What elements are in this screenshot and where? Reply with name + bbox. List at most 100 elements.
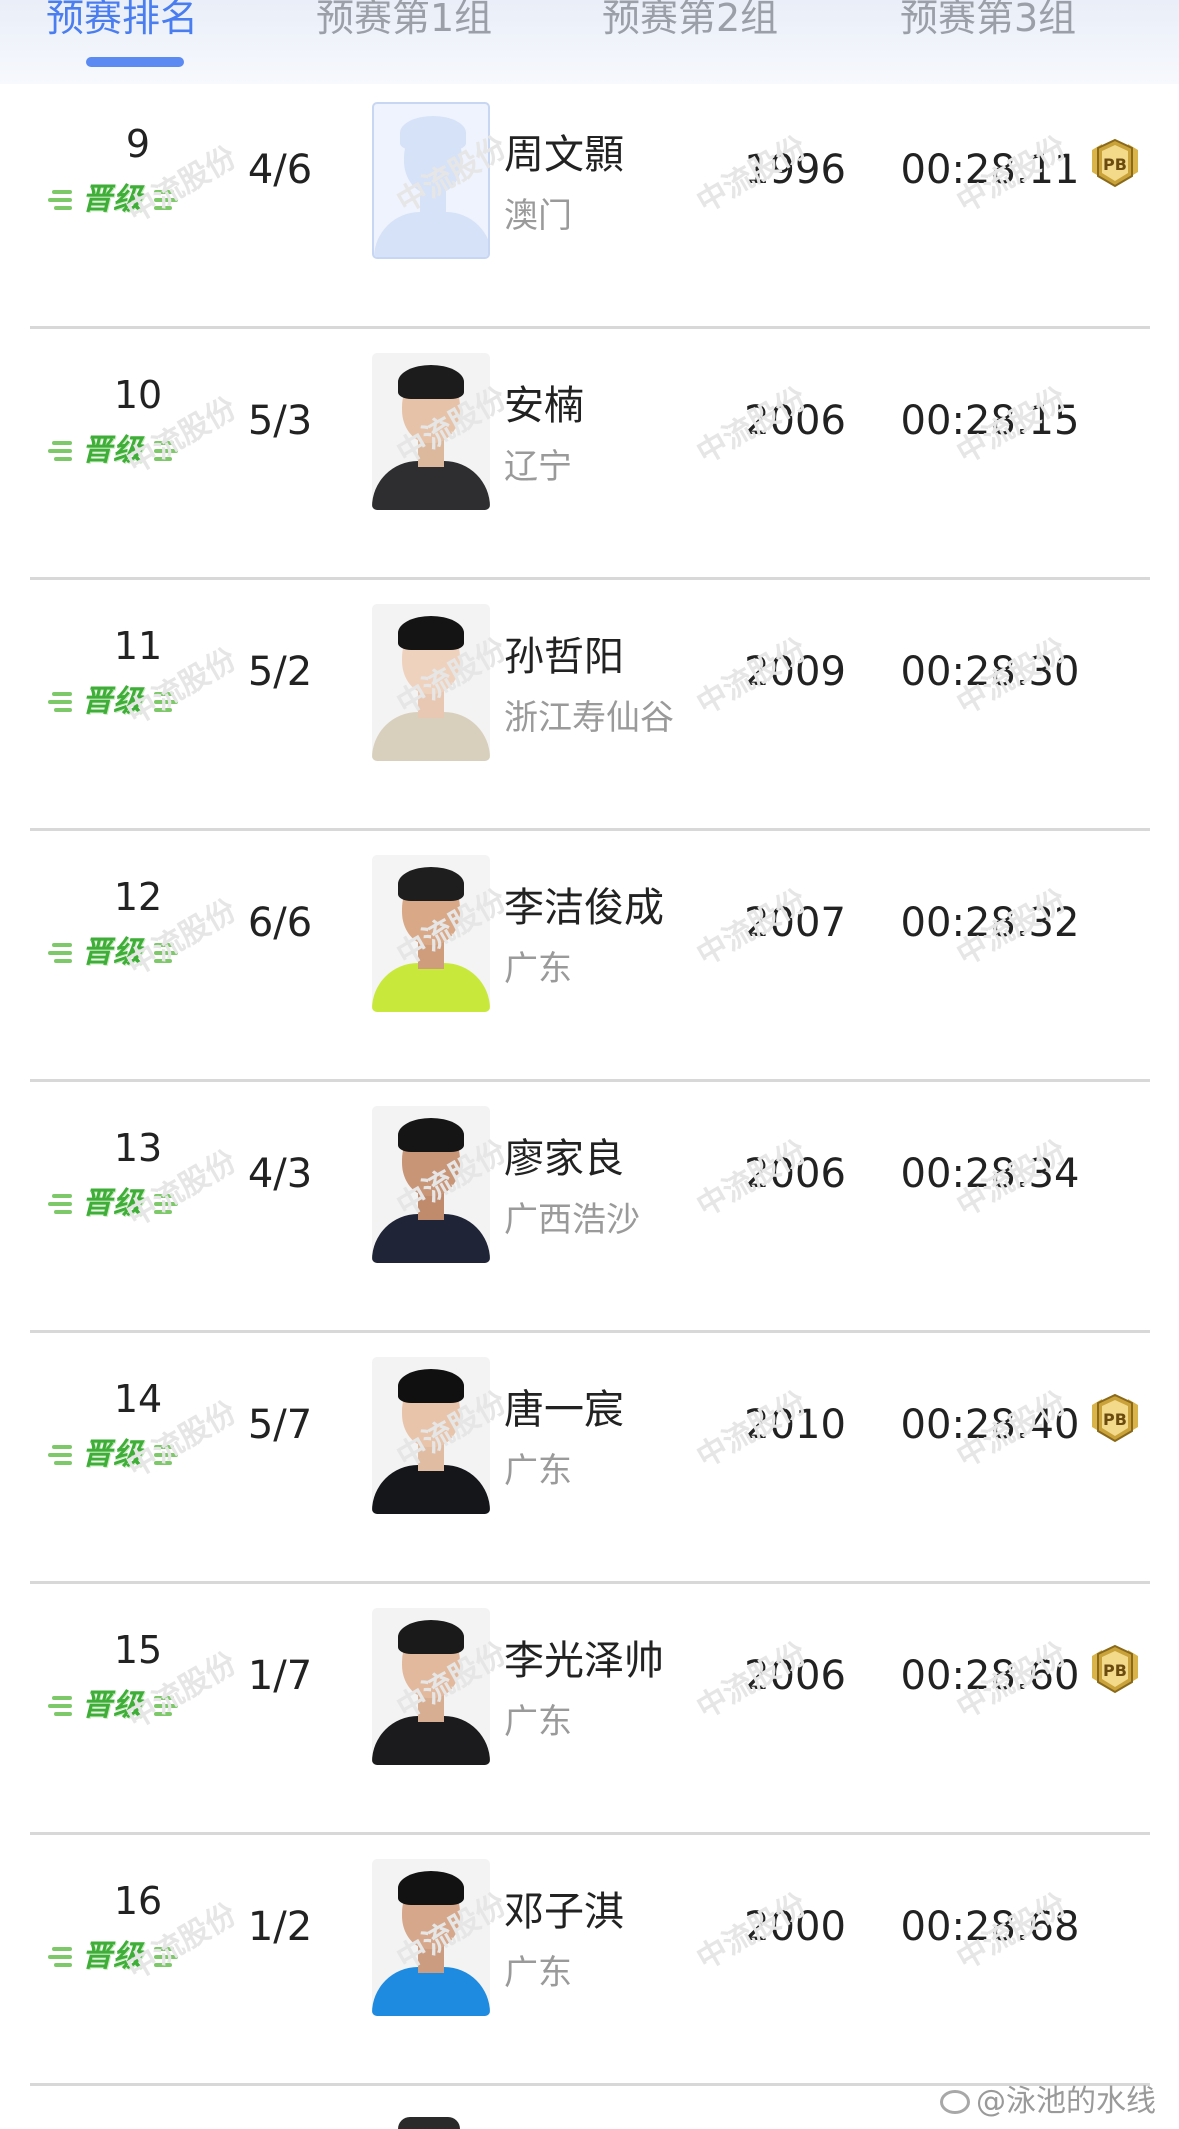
qualified-label: 晋级 [82,1437,144,1472]
athlete-team: 浙江寿仙谷 [504,698,674,738]
svg-text:PB: PB [1103,1661,1127,1680]
ranking-row[interactable]: 14 晋级 5/7 唐一宸 广东 2010 00:28.40 中流股份 中流股份… [30,1335,1150,1584]
qualified-badge: 晋级 [48,1182,178,1232]
qualified-badge: 晋级 [48,680,178,730]
next-row-photo-partial [398,2117,460,2129]
badge-wing-right-icon [152,1943,178,1969]
race-time: 00:28.15 [900,398,1080,444]
badge-wing-left-icon [48,186,74,212]
athlete-team: 广东 [504,1451,572,1491]
svg-text:PB: PB [1103,1410,1127,1429]
badge-wing-right-icon [152,437,178,463]
badge-wing-right-icon [152,1441,178,1467]
badge-wing-left-icon [48,688,74,714]
tab-heat-group-1[interactable]: 预赛第1组 [316,0,492,48]
footer-watermark: @泳池的水线 [940,2076,1156,2120]
ranking-row[interactable]: 10 晋级 5/3 安楠 辽宁 2006 00:28.15 中流股份 中流股份 … [30,331,1150,580]
heat-lane: 4/3 [247,1151,313,1197]
tab-heat-group-3[interactable]: 预赛第3组 [900,0,1076,48]
weibo-icon [940,2090,970,2114]
athlete-photo[interactable] [372,353,490,510]
qualified-label: 晋级 [82,684,144,719]
race-time: 00:28.32 [900,900,1080,946]
athlete-team: 广东 [504,1953,572,1993]
ranking-row[interactable]: 9 晋级 4/6 周文顥 澳门 1996 00:28.11 中流股份 中流股份 … [30,80,1150,329]
badge-wing-right-icon [152,1190,178,1216]
tab-heat-ranking[interactable]: 预赛排名 [46,0,198,48]
badge-wing-left-icon [48,1943,74,1969]
athlete-photo[interactable] [372,1608,490,1765]
athlete-photo[interactable] [372,855,490,1012]
qualified-badge: 晋级 [48,178,178,228]
heat-lane: 5/7 [247,1402,313,1448]
personal-best-icon: PB [1088,138,1142,190]
rank-number: 9 [125,122,151,166]
race-time: 00:28.34 [900,1151,1080,1197]
rank-number: 11 [113,624,163,668]
badge-wing-left-icon [48,1441,74,1467]
athlete-team: 广东 [504,1702,572,1742]
birth-year: 2006 [744,1151,846,1197]
ranking-row[interactable]: 16 晋级 1/2 邓子淇 广东 2000 00:28.68 中流股份 中流股份… [30,1837,1150,2086]
badge-wing-left-icon [48,939,74,965]
qualified-badge: 晋级 [48,429,178,479]
badge-wing-right-icon [152,939,178,965]
birth-year: 2007 [744,900,846,946]
birth-year: 2010 [744,1402,846,1448]
athlete-name[interactable]: 李洁俊成 [504,875,664,933]
race-time: 00:28.60 [900,1653,1080,1699]
ranking-row[interactable]: 13 晋级 4/3 廖家良 广西浩沙 2006 00:28.34 中流股份 中流… [30,1084,1150,1333]
heat-lane: 1/7 [247,1653,313,1699]
heat-lane: 6/6 [247,900,313,946]
badge-wing-right-icon [152,688,178,714]
badge-wing-left-icon [48,1190,74,1216]
athlete-name[interactable]: 周文顥 [504,122,624,180]
qualified-badge: 晋级 [48,1433,178,1483]
ranking-row[interactable]: 11 晋级 5/2 孙哲阳 浙江寿仙谷 2009 00:28.30 中流股份 中… [30,582,1150,831]
birth-year: 2006 [744,398,846,444]
ranking-row[interactable]: 15 晋级 1/7 李光泽帅 广东 2006 00:28.60 中流股份 中流股… [30,1586,1150,1835]
badge-wing-left-icon [48,1692,74,1718]
athlete-photo[interactable] [372,102,490,259]
footer-watermark-text: @泳池的水线 [976,2084,1156,2119]
rank-number: 12 [113,875,163,919]
athlete-photo[interactable] [372,1357,490,1514]
birth-year: 1996 [744,147,846,193]
qualified-badge: 晋级 [48,931,178,981]
tab-bar: 预赛排名 预赛第1组 预赛第2组 预赛第3组 [0,0,1179,84]
personal-best-icon: PB [1088,1393,1142,1445]
heat-lane: 1/2 [247,1904,313,1950]
athlete-name[interactable]: 安楠 [504,373,584,431]
birth-year: 2009 [744,649,846,695]
rank-number: 13 [113,1126,163,1170]
badge-wing-right-icon [152,186,178,212]
athlete-team: 澳门 [504,196,572,236]
heat-lane: 5/3 [247,398,313,444]
rank-number: 15 [113,1628,163,1672]
athlete-photo[interactable] [372,604,490,761]
heat-lane: 4/6 [247,147,313,193]
qualified-label: 晋级 [82,182,144,217]
athlete-name[interactable]: 廖家良 [504,1126,624,1184]
athlete-team: 辽宁 [504,447,572,487]
badge-wing-left-icon [48,437,74,463]
rank-number: 14 [113,1377,163,1421]
athlete-team: 广西浩沙 [504,1200,640,1240]
qualified-label: 晋级 [82,1186,144,1221]
tab-heat-group-2[interactable]: 预赛第2组 [602,0,778,48]
athlete-name[interactable]: 孙哲阳 [504,624,624,682]
birth-year: 2000 [744,1904,846,1950]
qualified-badge: 晋级 [48,1935,178,1985]
birth-year: 2006 [744,1653,846,1699]
athlete-name[interactable]: 邓子淇 [504,1879,624,1937]
qualified-label: 晋级 [82,935,144,970]
athlete-photo[interactable] [372,1106,490,1263]
ranking-row[interactable]: 12 晋级 6/6 李洁俊成 广东 2007 00:28.32 中流股份 中流股… [30,833,1150,1082]
race-time: 00:28.11 [900,147,1080,193]
qualified-label: 晋级 [82,1939,144,1974]
badge-wing-right-icon [152,1692,178,1718]
athlete-photo[interactable] [372,1859,490,2016]
personal-best-icon: PB [1088,1644,1142,1696]
athlete-name[interactable]: 唐一宸 [504,1377,624,1435]
athlete-name[interactable]: 李光泽帅 [504,1628,664,1686]
